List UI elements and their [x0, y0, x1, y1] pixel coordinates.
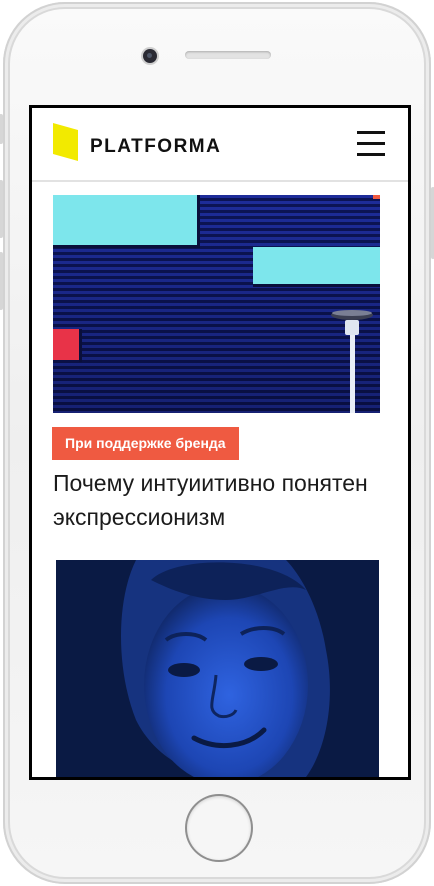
volume-up-button	[0, 180, 3, 238]
article-title[interactable]: Почему интуиитивно понятен экспрессиониз…	[53, 466, 373, 534]
striped-wall-photo	[53, 195, 380, 413]
home-button[interactable]	[187, 796, 251, 860]
front-camera-icon	[143, 49, 157, 63]
mute-switch	[0, 114, 3, 144]
article-image[interactable]	[53, 195, 380, 413]
portrait-photo	[56, 560, 379, 777]
hamburger-menu-icon[interactable]	[357, 131, 385, 157]
web-viewport: PLATFORMA При поддержке бренда Почему ин…	[32, 108, 408, 777]
logo-mark-icon[interactable]	[53, 123, 78, 161]
volume-down-button	[0, 252, 3, 310]
phone-frame: PLATFORMA При поддержке бренда Почему ин…	[0, 2, 434, 884]
site-header: PLATFORMA	[32, 108, 408, 182]
earpiece-speaker	[185, 51, 271, 59]
screen: PLATFORMA При поддержке бренда Почему ин…	[29, 105, 411, 780]
article-image[interactable]	[56, 560, 379, 777]
sponsored-badge[interactable]: При поддержке бренда	[52, 427, 239, 460]
logo-text[interactable]: PLATFORMA	[90, 136, 221, 158]
